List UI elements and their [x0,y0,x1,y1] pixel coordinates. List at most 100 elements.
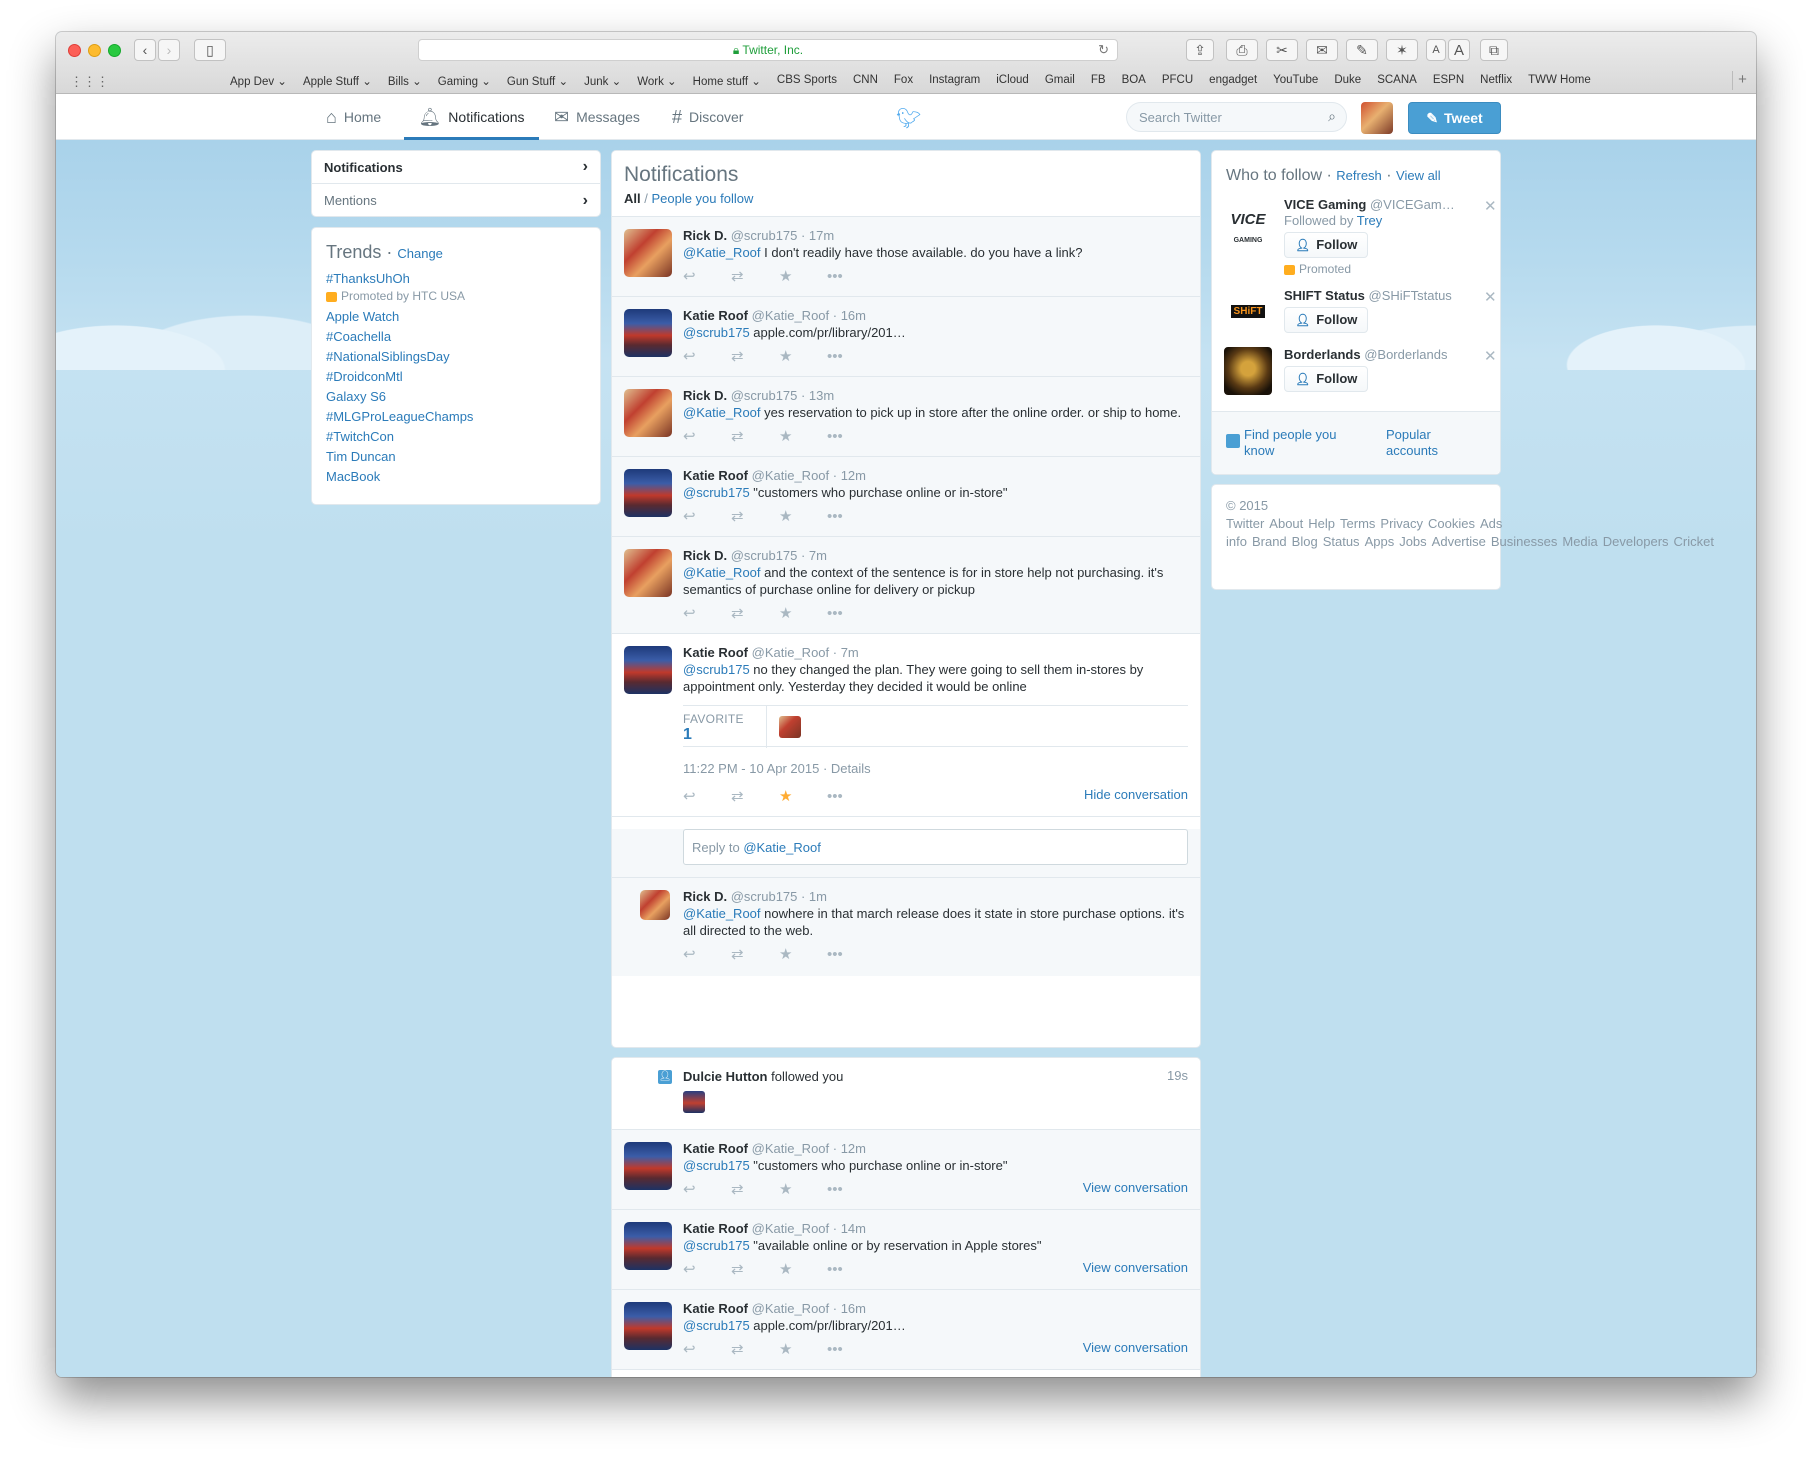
bookmark-item[interactable]: Netflix [1472,74,1520,88]
tweet-mention[interactable]: @Katie_Roof [683,906,761,921]
add-bookmark-button[interactable]: + [1732,71,1752,90]
tweet-author-name[interactable]: Katie Roof [683,1141,748,1156]
dismiss-icon[interactable]: ✕ [1484,288,1497,306]
bookmark-item[interactable]: SCANA [1369,74,1425,88]
footer-link[interactable]: Blog [1292,534,1318,549]
tweet-mention[interactable]: @scrub175 [683,325,750,340]
retweet-icon[interactable]: ⇄ [731,427,779,445]
reply-icon[interactable]: ↩ [683,1340,731,1358]
clip-button[interactable]: ✂ [1266,39,1298,61]
tweet-timestamp[interactable]: 11:22 PM - 10 Apr 2015 · Details [683,761,1188,776]
trend-item[interactable]: #TwitchCon [326,427,586,447]
reply-icon[interactable]: ↩ [683,427,731,445]
retweet-icon[interactable]: ⇄ [731,945,779,963]
favorite-icon[interactable]: ★ [779,427,827,445]
more-icon[interactable]: ••• [827,1261,875,1278]
bookmark-item[interactable]: CBS Sports [769,74,845,88]
account-handle[interactable]: @SHiFTstatus [1369,288,1452,303]
bookmark-item[interactable]: Fox [886,74,921,88]
view-conversation-link[interactable]: View conversation [1083,1180,1188,1195]
bookmark-star-button[interactable]: ✶ [1386,39,1418,61]
bookmark-item[interactable]: ESPN [1425,74,1472,88]
bookmark-item[interactable]: engadget [1201,74,1265,88]
reply-icon[interactable]: ↩ [683,604,731,622]
trend-item[interactable]: #MLGProLeagueChamps [326,407,586,427]
tweet-avatar[interactable] [624,1142,672,1190]
tweet-mention[interactable]: @scrub175 [683,1238,750,1253]
footer-link[interactable]: Cricket [1674,534,1714,549]
account-handle[interactable]: @Borderlands [1364,347,1447,362]
favorite-icon[interactable]: ★ [779,787,827,805]
reply-icon[interactable]: ↩ [683,347,731,365]
tweet-author-name[interactable]: Rick D. [683,228,727,243]
twitter-bird-icon[interactable]: 🐦︎ [896,106,921,131]
bookmark-item[interactable]: YouTube [1265,74,1326,88]
borderlands-avatar[interactable] [1224,347,1272,395]
followed-by-link[interactable]: Trey [1357,213,1383,228]
retweet-icon[interactable]: ⇄ [731,1260,779,1278]
tweet-author-handle[interactable]: @Katie_Roof · 7m [752,645,859,660]
bookmark-item[interactable]: Gmail [1037,74,1083,88]
profile-avatar[interactable] [1361,102,1393,134]
tweet-mention[interactable]: @Katie_Roof [683,565,761,580]
more-icon[interactable]: ••• [827,605,875,622]
zoom-window-button[interactable] [108,44,121,57]
footer-link[interactable]: Apps [1365,534,1395,549]
tweet[interactable]: Rick D. @scrub175 · 1m @Katie_Roof nowher… [612,878,1200,976]
bookmark-item[interactable]: CNN [845,74,886,88]
footer-link[interactable]: Jobs [1399,534,1426,549]
follow-button[interactable]: 👤︎ Follow [1284,232,1369,258]
footer-link[interactable]: Help [1308,516,1335,531]
tweet-avatar[interactable] [624,646,672,694]
bookmark-item[interactable]: Junk ⌄ [576,74,629,88]
bookmark-item[interactable]: Bills ⌄ [380,74,430,88]
tabs-button[interactable]: ⧉ [1480,39,1508,61]
footer-link[interactable]: Developers [1603,534,1669,549]
tweet[interactable]: Katie Roof @Katie_Roof · 12m @scrub175 "c… [612,1130,1200,1210]
retweet-icon[interactable]: ⇄ [731,1180,779,1198]
larger-text-button[interactable]: A [1448,39,1470,61]
tweet-author-handle[interactable]: @Katie_Roof · 16m [752,308,866,323]
reply-icon[interactable]: ↩ [683,267,731,285]
back-button[interactable]: ‹ [134,39,156,61]
dismiss-icon[interactable]: ✕ [1484,347,1497,365]
tweet-mention[interactable]: @scrub175 [683,662,750,677]
popular-accounts-link[interactable]: Popular accounts [1386,427,1466,459]
tweet-mention[interactable]: @Katie_Roof [683,405,761,420]
trend-item[interactable]: #Coachella [326,327,586,347]
retweet-icon[interactable]: ⇄ [731,507,779,525]
tweet-author-handle[interactable]: @scrub175 · 1m [731,889,827,904]
bookmark-item[interactable]: FB [1083,74,1114,88]
more-icon[interactable]: ••• [827,428,875,445]
retweet-icon[interactable]: ⇄ [731,267,779,285]
print-button[interactable]: ⎙ [1226,39,1258,61]
tweet-author-name[interactable]: Katie Roof [683,645,748,660]
account-name[interactable]: VICE Gaming [1284,197,1366,212]
tweet-avatar[interactable] [640,890,670,920]
nav-discover[interactable]: # Discover [672,94,743,140]
favorite-icon[interactable]: ★ [779,507,827,525]
grid-icon[interactable]: ⋮⋮⋮ [70,74,109,90]
tweet-author-name[interactable]: Rick D. [683,889,727,904]
compose-tweet-button[interactable]: ✎ Tweet [1408,102,1501,134]
follow-notification[interactable]: 👤︎ Dulcie Hutton followed you 19s [612,1058,1200,1130]
nav-home[interactable]: ⌂ Home [326,94,381,140]
tweet-author-handle[interactable]: @scrub175 · 13m [731,388,835,403]
tweet-mention[interactable]: @scrub175 [683,485,750,500]
trend-item[interactable]: #ThanksUhOh [326,269,586,289]
trend-item[interactable]: #NationalSiblingsDay [326,347,586,367]
view-conversation-link[interactable]: View conversation [1083,1260,1188,1275]
mail-button[interactable]: ✉ [1306,39,1338,61]
close-window-button[interactable] [68,44,81,57]
favorite-icon[interactable]: ★ [779,1180,827,1198]
footer-link[interactable]: Media [1562,534,1597,549]
share-button[interactable]: ⇪ [1186,39,1214,61]
shift-avatar[interactable]: SHiFT [1224,288,1272,336]
footer-link[interactable]: Advertise [1432,534,1486,549]
bookmark-item[interactable]: Apple Stuff ⌄ [295,74,380,88]
tweet-avatar[interactable] [624,389,672,437]
search-icon[interactable]: ⌕ [1328,108,1336,125]
account-name[interactable]: SHIFT Status [1284,288,1365,303]
tweet-author-name[interactable]: Rick D. [683,388,727,403]
tweet[interactable]: Rick D. @scrub175 · 17m @Katie_Roof I don… [612,217,1200,297]
